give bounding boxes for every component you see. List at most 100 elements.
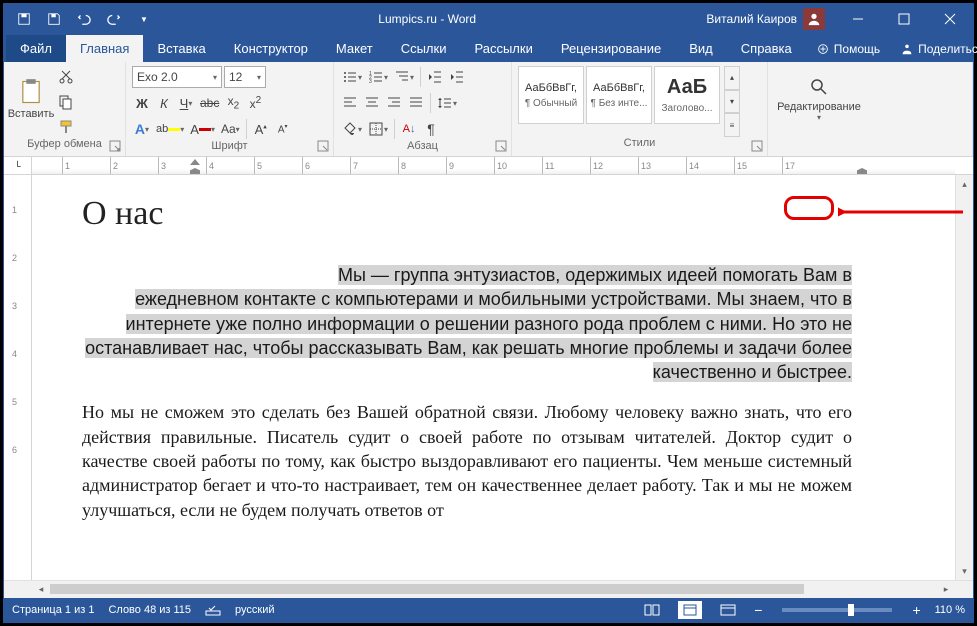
vertical-scrollbar[interactable]: ▴ ▾ <box>955 175 973 580</box>
highlight-button[interactable]: ab▾ <box>154 118 186 140</box>
tab-help[interactable]: Справка <box>727 35 806 62</box>
scroll-right-icon[interactable]: ▸ <box>937 581 955 598</box>
italic-button[interactable]: К <box>154 92 174 114</box>
ruler-tick: 17 <box>782 157 795 174</box>
paragraph-marks-button[interactable]: ¶ <box>421 118 441 140</box>
undo-icon[interactable] <box>70 7 98 31</box>
change-case-button[interactable]: Aa▾ <box>219 118 242 140</box>
ruler-tick: 12 <box>590 157 603 174</box>
underline-button[interactable]: Ч▾ <box>176 92 196 114</box>
tab-design[interactable]: Конструктор <box>220 35 322 62</box>
vruler-tick: 6 <box>12 445 17 455</box>
tab-review[interactable]: Рецензирование <box>547 35 675 62</box>
horizontal-scrollbar[interactable]: ◂ ▸ <box>4 580 973 598</box>
minimize-button[interactable] <box>835 4 881 34</box>
style-heading1[interactable]: АаБЗаголово... <box>654 66 720 124</box>
shading-button[interactable]: ▾ <box>340 118 364 140</box>
tell-me-button[interactable]: Помощь <box>806 36 890 62</box>
grow-font-button[interactable]: A▴ <box>251 118 271 140</box>
share-button[interactable]: Поделиться <box>890 36 977 62</box>
sort-button[interactable]: А↓ <box>399 118 419 140</box>
styles-dialog-launcher[interactable] <box>751 140 763 152</box>
tab-insert[interactable]: Вставка <box>143 35 219 62</box>
paragraph-1: Мы — группа энтузиастов, одержимых идеей… <box>82 263 852 384</box>
line-spacing-button[interactable]: ▾ <box>435 92 459 114</box>
status-language[interactable]: русский <box>235 604 274 616</box>
autosave-icon[interactable] <box>10 7 38 31</box>
page-canvas[interactable]: О нас Мы — группа энтузиастов, одержимых… <box>32 175 955 580</box>
shrink-font-button[interactable]: A▾ <box>273 118 293 140</box>
paragraph-dialog-launcher[interactable] <box>495 140 507 152</box>
strikethrough-button[interactable]: abc <box>198 92 221 114</box>
qat-customize-icon[interactable]: ▼ <box>130 7 158 31</box>
cut-icon[interactable] <box>56 66 76 88</box>
borders-button[interactable]: ▾ <box>366 118 390 140</box>
zoom-slider[interactable] <box>782 608 892 612</box>
left-indent-marker[interactable] <box>190 168 200 174</box>
tab-view[interactable]: Вид <box>675 35 727 62</box>
align-justify-button[interactable] <box>406 92 426 114</box>
align-center-button[interactable] <box>362 92 382 114</box>
styles-expand[interactable]: ≡ <box>724 113 740 137</box>
web-layout-icon[interactable] <box>716 601 740 619</box>
copy-icon[interactable] <box>56 91 76 113</box>
font-name-select[interactable]: Exo 2.0▾ <box>132 66 222 88</box>
tab-references[interactable]: Ссылки <box>387 35 461 62</box>
tab-file[interactable]: Файл <box>6 35 66 62</box>
zoom-out-button[interactable]: − <box>754 602 762 618</box>
user-account[interactable]: Виталий Каиров <box>696 8 835 30</box>
tab-selector[interactable]: └ <box>4 157 32 174</box>
ruler-tick: 10 <box>494 157 507 174</box>
status-words[interactable]: Слово 48 из 115 <box>108 604 191 616</box>
style-no-spacing[interactable]: АаБбВвГг,¶ Без инте... <box>586 66 652 124</box>
align-left-button[interactable] <box>340 92 360 114</box>
right-indent-marker[interactable] <box>857 168 867 174</box>
scroll-up-icon[interactable]: ▴ <box>956 175 973 193</box>
spellcheck-icon[interactable] <box>205 602 221 619</box>
styles-scroll-up[interactable]: ▴ <box>724 66 740 90</box>
increase-indent-button[interactable] <box>447 66 467 88</box>
close-button[interactable] <box>927 4 973 34</box>
horizontal-ruler[interactable]: └ 12345678910111213141517 <box>4 157 973 175</box>
status-page[interactable]: Страница 1 из 1 <box>12 604 94 616</box>
styles-scroll-down[interactable]: ▾ <box>724 90 740 114</box>
editing-button[interactable]: Редактирование ▾ <box>774 66 864 132</box>
paste-button[interactable]: Вставить <box>10 66 52 132</box>
ruler-tick: 8 <box>398 157 406 174</box>
numbered-list-button[interactable]: 123▾ <box>366 66 390 88</box>
ruler-tick: 15 <box>734 157 747 174</box>
bullet-list-button[interactable]: ▾ <box>340 66 364 88</box>
style-normal[interactable]: АаБбВвГг,¶ Обычный <box>518 66 584 124</box>
ruler-tick: 5 <box>254 157 262 174</box>
superscript-button[interactable]: x2 <box>245 92 265 114</box>
group-font-label: Шрифт <box>132 140 327 155</box>
align-right-button[interactable] <box>384 92 404 114</box>
h-scroll-thumb[interactable] <box>50 584 804 594</box>
font-dialog-launcher[interactable] <box>317 140 329 152</box>
text-effects-button[interactable]: A▾ <box>132 118 152 140</box>
maximize-button[interactable] <box>881 4 927 34</box>
format-painter-icon[interactable] <box>56 116 76 138</box>
font-size-select[interactable]: 12▾ <box>224 66 266 88</box>
decrease-indent-button[interactable] <box>425 66 445 88</box>
clipboard-dialog-launcher[interactable] <box>109 140 121 152</box>
scroll-down-icon[interactable]: ▾ <box>956 562 973 580</box>
font-color-button[interactable]: A▾ <box>188 118 217 140</box>
ruler-tick: 14 <box>686 157 699 174</box>
save-icon[interactable] <box>40 7 68 31</box>
redo-icon[interactable] <box>100 7 128 31</box>
ruler-tick: 11 <box>542 157 554 174</box>
bold-button[interactable]: Ж <box>132 92 152 114</box>
tab-home[interactable]: Главная <box>66 35 143 62</box>
multilevel-list-button[interactable]: ▾ <box>392 66 416 88</box>
vertical-ruler[interactable]: 123456 <box>4 175 32 580</box>
print-layout-icon[interactable] <box>678 601 702 619</box>
zoom-level[interactable]: 110 % <box>935 604 965 616</box>
zoom-in-button[interactable]: + <box>912 602 920 618</box>
read-mode-icon[interactable] <box>640 601 664 619</box>
subscript-button[interactable]: x2 <box>223 92 243 114</box>
first-line-indent-marker[interactable] <box>190 159 200 165</box>
tab-mailings[interactable]: Рассылки <box>460 35 546 62</box>
tab-layout[interactable]: Макет <box>322 35 387 62</box>
scroll-left-icon[interactable]: ◂ <box>32 581 50 598</box>
